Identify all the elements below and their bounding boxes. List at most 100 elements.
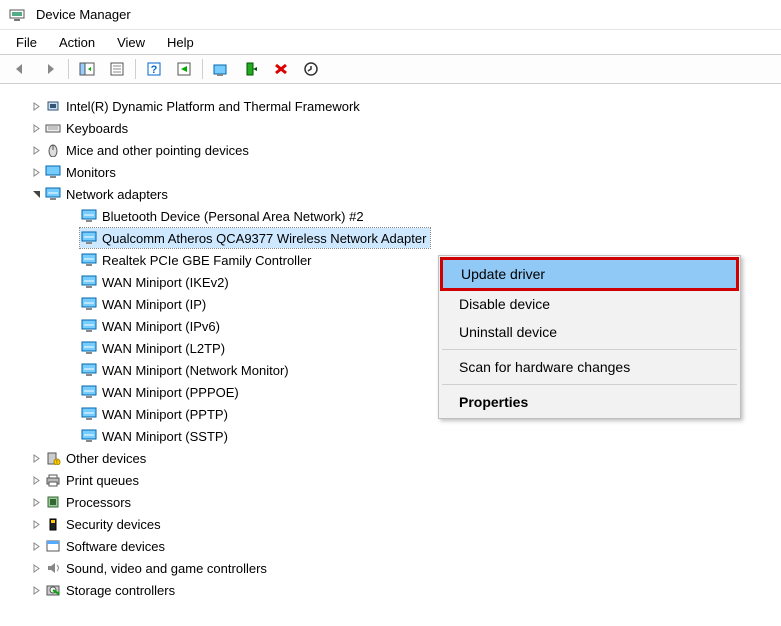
tree-category-label: Mice and other pointing devices (66, 143, 249, 158)
menu-view[interactable]: View (107, 33, 155, 52)
sound-icon (44, 560, 62, 576)
expand-icon[interactable] (28, 542, 44, 551)
net-adapter-icon (80, 274, 98, 290)
svg-text:?: ? (151, 64, 158, 76)
context-menu-item[interactable]: Disable device (441, 290, 738, 318)
enable-device-button[interactable] (237, 57, 265, 81)
menu-help[interactable]: Help (157, 33, 204, 52)
context-menu-item[interactable]: Scan for hardware changes (441, 353, 738, 381)
tree-category[interactable]: Print queues (0, 469, 781, 491)
tree-category[interactable]: Network adapters (0, 183, 781, 205)
context-menu-item[interactable]: Properties (441, 388, 738, 416)
collapse-icon[interactable] (28, 190, 44, 199)
update-driver-button[interactable] (207, 57, 235, 81)
tree-device-label: WAN Miniport (IPv6) (102, 319, 220, 334)
expand-icon[interactable] (28, 102, 44, 111)
tree-category[interactable]: Mice and other pointing devices (0, 139, 781, 161)
tree-category-label: Monitors (66, 165, 116, 180)
net-adapter-icon (80, 230, 98, 246)
tree-category[interactable]: Keyboards (0, 117, 781, 139)
tree-category[interactable]: Sound, video and game controllers (0, 557, 781, 579)
show-hide-tree-button[interactable] (73, 57, 101, 81)
expand-icon[interactable] (28, 476, 44, 485)
storage-icon (44, 582, 62, 598)
tree-category[interactable]: Processors (0, 491, 781, 513)
scan-hardware-button[interactable] (170, 57, 198, 81)
titlebar: Device Manager (0, 0, 781, 30)
net-adapter-icon (80, 252, 98, 268)
toolbar: ? (0, 54, 781, 84)
net-adapter-icon (80, 340, 98, 356)
tree-device[interactable]: Qualcomm Atheros QCA9377 Wireless Networ… (0, 227, 781, 249)
properties-button[interactable] (103, 57, 131, 81)
tree-device[interactable]: Bluetooth Device (Personal Area Network)… (0, 205, 781, 227)
menu-action[interactable]: Action (49, 33, 105, 52)
tree-category-label: Sound, video and game controllers (66, 561, 267, 576)
nav-forward-button[interactable] (36, 57, 64, 81)
expand-icon[interactable] (28, 168, 44, 177)
net-adapter-icon (80, 296, 98, 312)
tree-device-label: WAN Miniport (PPTP) (102, 407, 228, 422)
tree-category[interactable]: Software devices (0, 535, 781, 557)
menu-file[interactable]: File (6, 33, 47, 52)
tree-category[interactable]: Intel(R) Dynamic Platform and Thermal Fr… (0, 95, 781, 117)
expand-icon[interactable] (28, 586, 44, 595)
tree-device-label: WAN Miniport (SSTP) (102, 429, 228, 444)
monitor-icon (44, 164, 62, 180)
security-icon (44, 516, 62, 532)
chip-icon (44, 98, 62, 114)
cpu-icon (44, 494, 62, 510)
tree-device-label: WAN Miniport (PPPOE) (102, 385, 239, 400)
net-adapter-icon (80, 406, 98, 422)
context-menu-item[interactable]: Update driver (443, 260, 736, 288)
window-title: Device Manager (36, 7, 131, 22)
context-menu-separator (442, 349, 737, 350)
device-manager-icon (8, 7, 26, 23)
tree-device-label: Qualcomm Atheros QCA9377 Wireless Networ… (102, 231, 426, 246)
tree-category-label: Software devices (66, 539, 165, 554)
tree-category-label: Security devices (66, 517, 161, 532)
tree-device-label: WAN Miniport (Network Monitor) (102, 363, 289, 378)
tree-category-label: Other devices (66, 451, 146, 466)
menubar: File Action View Help (0, 30, 781, 54)
net-icon (44, 186, 62, 202)
disable-device-button[interactable] (297, 57, 325, 81)
tree-category-label: Intel(R) Dynamic Platform and Thermal Fr… (66, 99, 360, 114)
uninstall-device-button[interactable] (267, 57, 295, 81)
context-menu-item[interactable]: Uninstall device (441, 318, 738, 346)
tree-category[interactable]: Security devices (0, 513, 781, 535)
tree-device[interactable]: WAN Miniport (SSTP) (0, 425, 781, 447)
tree-device-label: WAN Miniport (L2TP) (102, 341, 225, 356)
tree-device-label: Bluetooth Device (Personal Area Network)… (102, 209, 364, 224)
svg-text:!: ! (56, 460, 57, 465)
tree-category[interactable]: Storage controllers (0, 579, 781, 601)
expand-icon[interactable] (28, 146, 44, 155)
context-menu-separator (442, 384, 737, 385)
tree-category-label: Storage controllers (66, 583, 175, 598)
expand-icon[interactable] (28, 454, 44, 463)
tree-device-label: WAN Miniport (IKEv2) (102, 275, 229, 290)
net-adapter-icon (80, 384, 98, 400)
net-adapter-icon (80, 208, 98, 224)
context-menu: Update driverDisable deviceUninstall dev… (438, 255, 741, 419)
tree-category-label: Keyboards (66, 121, 128, 136)
expand-icon[interactable] (28, 498, 44, 507)
nav-back-button[interactable] (6, 57, 34, 81)
tree-device-label: Realtek PCIe GBE Family Controller (102, 253, 312, 268)
net-adapter-icon (80, 362, 98, 378)
expand-icon[interactable] (28, 520, 44, 529)
expand-icon[interactable] (28, 564, 44, 573)
expand-icon[interactable] (28, 124, 44, 133)
tree-category[interactable]: Monitors (0, 161, 781, 183)
toolbar-separator (135, 59, 136, 79)
mouse-icon (44, 142, 62, 158)
software-icon (44, 538, 62, 554)
toolbar-separator (202, 59, 203, 79)
tree-category-label: Network adapters (66, 187, 168, 202)
tree-device-label: WAN Miniport (IP) (102, 297, 206, 312)
tree-category-label: Processors (66, 495, 131, 510)
help-button[interactable]: ? (140, 57, 168, 81)
printer-icon (44, 472, 62, 488)
tree-category[interactable]: ! Other devices (0, 447, 781, 469)
net-adapter-icon (80, 428, 98, 444)
